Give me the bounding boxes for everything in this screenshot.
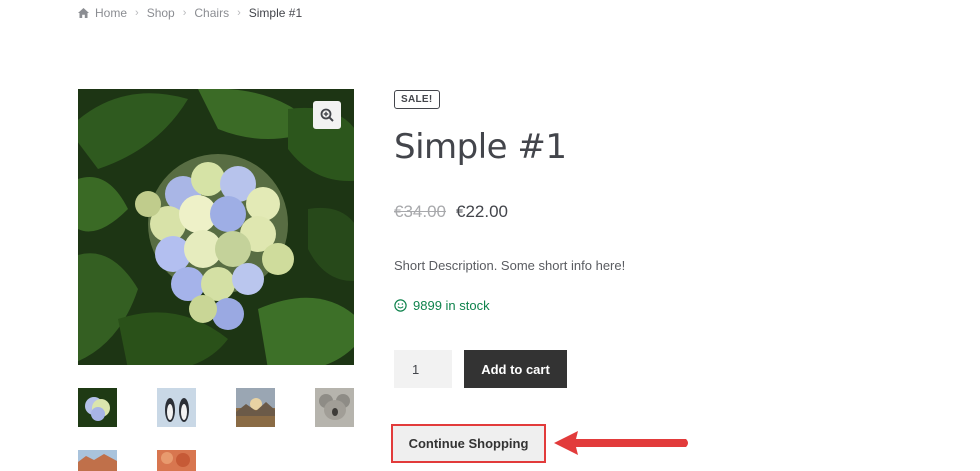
thumbnail-desert[interactable] — [78, 450, 117, 471]
breadcrumb-chairs[interactable]: Chairs — [194, 6, 229, 20]
breadcrumb-separator: › — [182, 7, 187, 19]
stock-text: 9899 in stock — [413, 298, 490, 313]
breadcrumb: Home › Shop › Chairs › Simple #1 — [78, 5, 302, 21]
thumbnail-penguins[interactable] — [157, 388, 196, 427]
product-title: Simple #1 — [394, 127, 567, 167]
annotation-arrow-icon — [554, 431, 688, 455]
breadcrumb-home[interactable]: Home — [95, 6, 127, 20]
zoom-in-icon — [320, 108, 334, 122]
product-price: €34.00 €22.00 — [394, 202, 508, 222]
breadcrumb-separator: › — [135, 7, 139, 19]
zoom-button[interactable] — [313, 101, 341, 129]
thumbnail-flowers[interactable] — [157, 450, 196, 471]
home-icon[interactable] — [78, 8, 89, 18]
short-description: Short Description. Some short info here! — [394, 258, 626, 273]
product-page: Home › Shop › Chairs › Simple #1 SALE! S… — [0, 0, 980, 471]
stock-status: 9899 in stock — [394, 298, 490, 313]
breadcrumb-shop[interactable]: Shop — [147, 6, 175, 20]
thumbnail-landscape[interactable] — [236, 388, 275, 427]
old-price: €34.00 — [394, 202, 446, 221]
sale-price: €22.00 — [456, 202, 508, 221]
sale-badge: SALE! — [394, 90, 440, 109]
breadcrumb-current: Simple #1 — [248, 6, 303, 20]
product-main-image[interactable] — [78, 89, 354, 365]
continue-shopping-button[interactable]: Continue Shopping — [391, 424, 546, 463]
add-to-cart-button[interactable]: Add to cart — [464, 350, 567, 388]
smile-icon — [394, 299, 407, 312]
breadcrumb-separator: › — [237, 7, 241, 19]
thumbnail-hydrangea[interactable] — [78, 388, 117, 427]
quantity-input[interactable] — [394, 350, 452, 388]
thumbnail-koala[interactable] — [315, 388, 354, 427]
